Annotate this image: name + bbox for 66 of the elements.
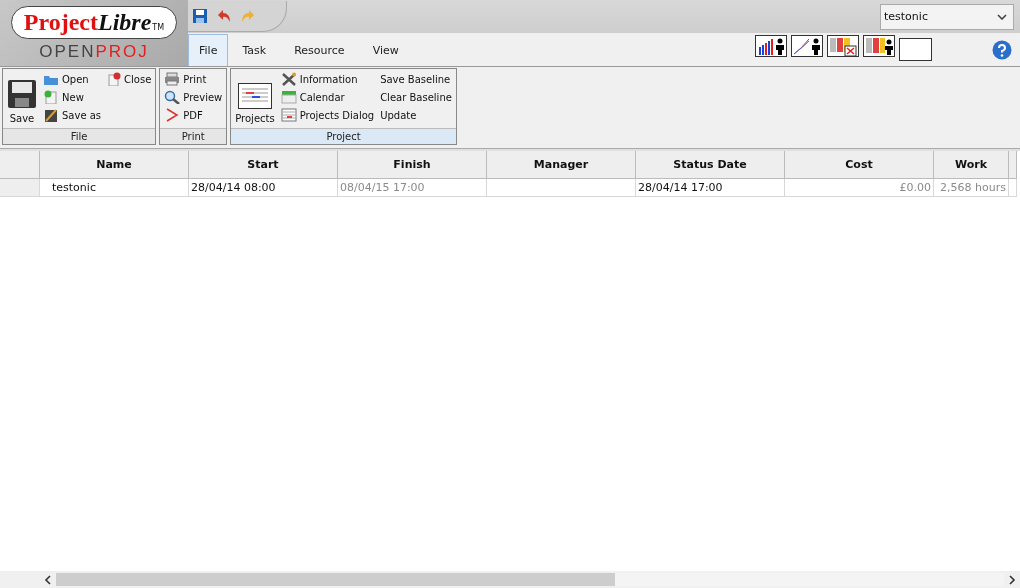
ribbon-button[interactable]: Clear Baseline	[380, 89, 452, 105]
ribbon-button[interactable]: Save Baseline	[380, 71, 452, 87]
ribbon-button[interactable]: Update	[380, 107, 452, 123]
trademark: TM	[152, 23, 165, 32]
group-title: Project	[231, 128, 456, 144]
table-icon	[280, 108, 297, 122]
magnifier-icon	[164, 90, 181, 104]
scroll-right-icon[interactable]	[1008, 574, 1016, 585]
logo-subtitle: OPEN	[39, 42, 96, 61]
column-header[interactable]: Finish	[338, 151, 487, 179]
column-header[interactable]: Work	[934, 151, 1009, 179]
column-header[interactable]: Cost	[785, 151, 934, 179]
ribbon-button[interactable]: Close	[107, 71, 152, 87]
save-as-icon	[43, 108, 59, 122]
close-document-icon	[107, 72, 122, 86]
logo-subtitle-accent: PROJ	[95, 42, 149, 61]
tools-icon	[280, 72, 297, 86]
table-cell: 28/04/14 08:00	[189, 179, 338, 197]
table-cell: 2,568 hours	[934, 179, 1009, 197]
new-document-icon	[43, 90, 59, 104]
column-header	[1009, 151, 1017, 179]
ribbon-button[interactable]: Save as	[43, 107, 102, 123]
histogram-view-icon[interactable]	[755, 34, 787, 57]
group-title: File	[3, 128, 156, 144]
large-ribbon-button[interactable]: Save	[7, 71, 37, 126]
ribbon-button[interactable]: PDF	[164, 107, 223, 123]
gantt-chart-icon	[237, 83, 272, 109]
ribbon-button[interactable]: Information	[280, 71, 375, 87]
project-dropdown[interactable]: testonic	[880, 3, 1014, 30]
scroll-left-icon[interactable]	[44, 574, 52, 585]
column-header[interactable]: Name	[40, 151, 189, 179]
table-cell: 28/04/14 17:00	[636, 179, 785, 197]
group-title: Print	[160, 128, 227, 144]
ribbon-tab[interactable]: Resource	[280, 35, 359, 66]
ribbon-button[interactable]: Print	[164, 71, 223, 87]
large-ribbon-button[interactable]: Projects	[235, 71, 275, 126]
undo-icon[interactable]	[216, 8, 232, 24]
help-icon[interactable]	[992, 39, 1012, 60]
table-cell: testonic	[40, 179, 189, 197]
logo-text: Project	[23, 9, 98, 36]
ribbon-button[interactable]: Preview	[164, 89, 223, 105]
pdf-icon	[164, 108, 181, 122]
save-icon[interactable]	[192, 8, 208, 24]
column-header[interactable]: Status Date	[636, 151, 785, 179]
corner-cell	[0, 151, 40, 179]
line-chart-view-icon[interactable]	[791, 34, 823, 57]
table-delete-icon[interactable]	[827, 34, 859, 57]
ribbon-button[interactable]: Open	[43, 71, 102, 87]
ribbon-tab[interactable]: View	[358, 35, 413, 66]
scrollbar-thumb[interactable]	[56, 573, 616, 586]
ribbon-button[interactable]: New	[43, 89, 102, 105]
horizontal-scrollbar[interactable]	[0, 571, 1020, 588]
ribbon-tab[interactable]: Task	[228, 35, 281, 66]
column-header[interactable]: Start	[189, 151, 338, 179]
ribbon-button[interactable]: Projects Dialog	[280, 107, 375, 123]
ribbon-tab[interactable]: File	[188, 34, 229, 66]
caret-icon	[997, 13, 1007, 20]
table-cell: £0.00	[785, 179, 934, 197]
column-header[interactable]: Manager	[487, 151, 636, 179]
table-cell: 08/04/15 17:00	[338, 179, 487, 197]
printer-icon	[164, 72, 181, 86]
empty-view-button[interactable]	[899, 38, 932, 61]
calendar-icon	[280, 90, 297, 104]
ribbon-button[interactable]: Calendar	[280, 89, 375, 105]
table-resource-icon[interactable]	[863, 34, 895, 57]
logo-text-italic: Libre	[98, 9, 152, 36]
